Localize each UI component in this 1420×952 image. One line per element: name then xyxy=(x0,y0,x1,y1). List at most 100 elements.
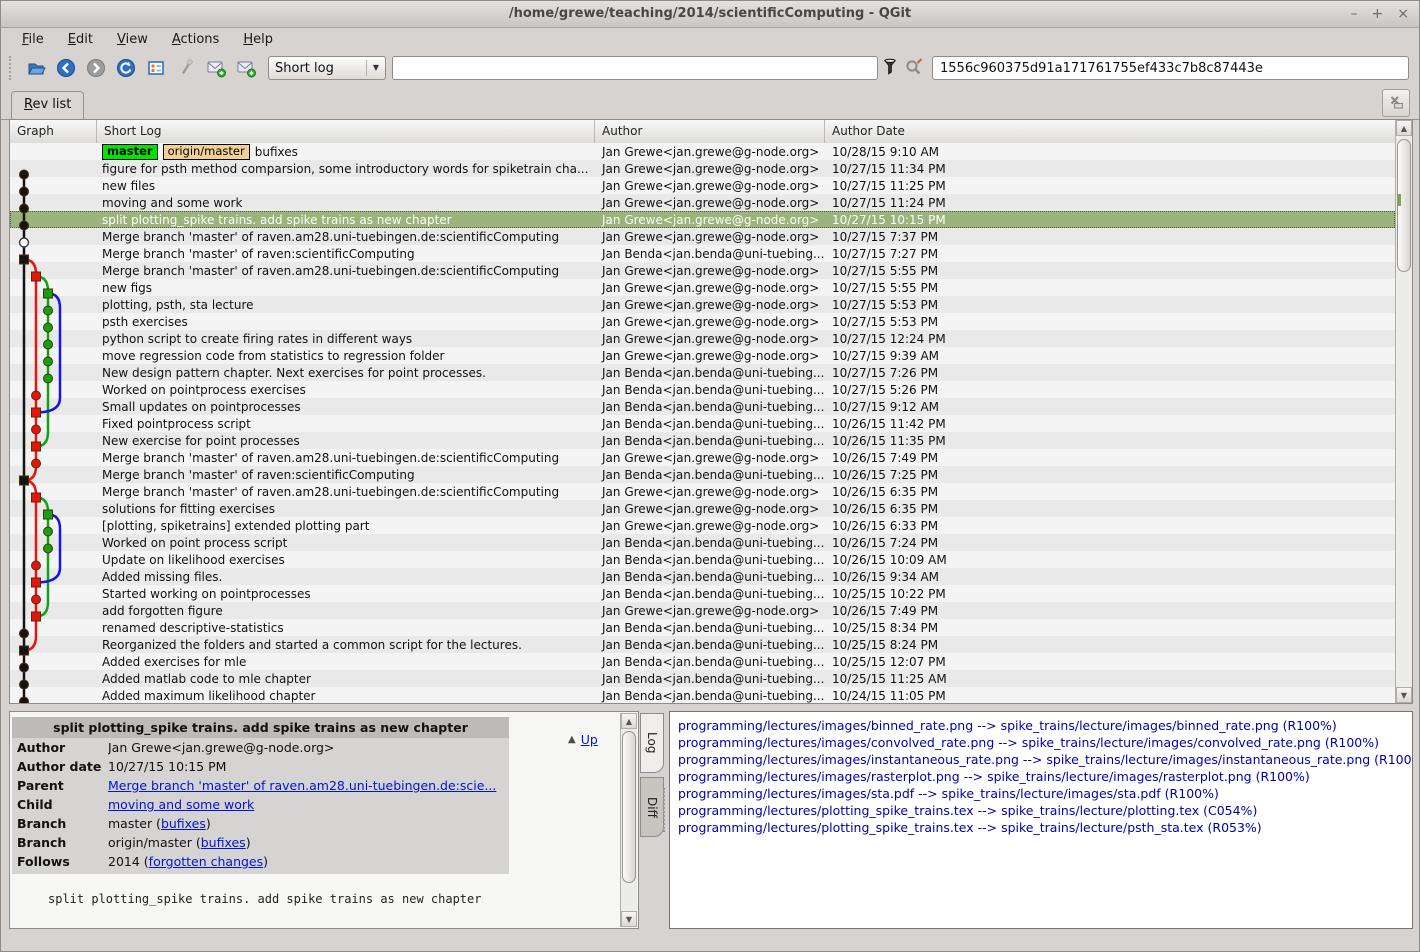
commit-row[interactable]: moving and some workJan Grewe<jan.grewe@… xyxy=(10,194,1395,211)
apply-patch-icon[interactable] xyxy=(232,55,260,81)
column-header-graph[interactable]: Graph xyxy=(10,120,97,143)
commit-row[interactable]: Merge branch 'master' of raven.am28.uni-… xyxy=(10,262,1395,279)
commit-row[interactable]: Update on likelihood exercisesJan Benda<… xyxy=(10,551,1395,568)
detail-label-follows: Follows xyxy=(12,852,108,871)
commit-row[interactable]: New design pattern chapter. Next exercis… xyxy=(10,364,1395,381)
commit-message: add forgotten figure xyxy=(102,604,223,618)
commit-row[interactable]: figure for psth method comparsion, some … xyxy=(10,160,1395,177)
save-patch-icon[interactable] xyxy=(202,55,230,81)
tab-rev-list[interactable]: Rev list xyxy=(11,91,84,120)
column-header-author-date[interactable]: Author Date xyxy=(825,120,1412,143)
commit-row[interactable]: Merge branch 'master' of raven.am28.uni-… xyxy=(10,449,1395,466)
commit-row[interactable]: New exercise for point processesJan Bend… xyxy=(10,432,1395,449)
commit-row[interactable]: plotting, psth, sta lectureJan Grewe<jan… xyxy=(10,296,1395,313)
changed-file-row[interactable]: programming/lectures/plotting_spike_trai… xyxy=(670,802,1412,819)
commit-row[interactable]: renamed descriptive-statisticsJan Benda<… xyxy=(10,619,1395,636)
details-scrollbar[interactable]: ▲ ▼ xyxy=(620,713,637,927)
changed-file-row[interactable]: programming/lectures/images/instantaneou… xyxy=(670,751,1412,768)
commit-author: Jan Grewe<jan.grewe@g-node.org> xyxy=(595,485,825,499)
commit-row[interactable]: Small updates on pointprocessesJan Benda… xyxy=(10,398,1395,415)
forward-icon[interactable] xyxy=(82,55,110,81)
log-type-select[interactable]: Short log ▼ xyxy=(268,56,386,80)
sha-input[interactable] xyxy=(932,56,1409,80)
menu-view[interactable]: View xyxy=(108,30,157,49)
commit-message-cell: Added missing files. xyxy=(97,570,595,584)
side-tab-diff[interactable]: Diff xyxy=(640,777,664,837)
menu-help[interactable]: Help xyxy=(234,30,282,49)
commit-row[interactable]: Worked on pointprocess exercisesJan Bend… xyxy=(10,381,1395,398)
commit-row[interactable]: masterorigin/masterbufixesJan Grewe<jan.… xyxy=(10,143,1395,160)
commit-row[interactable]: new figsJan Grewe<jan.grewe@g-node.org>1… xyxy=(10,279,1395,296)
commit-row[interactable]: Added exercises for mleJan Benda<jan.ben… xyxy=(10,653,1395,670)
commit-row[interactable]: Merge branch 'master' of raven.am28.uni-… xyxy=(10,228,1395,245)
commit-row[interactable]: Started working on pointprocessesJan Ben… xyxy=(10,585,1395,602)
open-repo-icon[interactable] xyxy=(22,55,50,81)
close-tab-button[interactable] xyxy=(1382,89,1410,117)
horizontal-splitter[interactable] xyxy=(1,704,1419,711)
view-mode-icon[interactable] xyxy=(142,55,170,81)
close-button[interactable]: × xyxy=(1397,7,1409,21)
detail-link[interactable]: Merge branch 'master' of raven.am28.uni-… xyxy=(108,778,496,793)
commit-date: 10/27/15 5:53 PM xyxy=(825,298,1395,312)
changed-file-row[interactable]: programming/lectures/images/convolved_ra… xyxy=(670,734,1412,751)
commit-row[interactable]: Merge branch 'master' of raven:scientifi… xyxy=(10,245,1395,262)
commit-row[interactable]: move regression code from statistics to … xyxy=(10,347,1395,364)
side-tab-log[interactable]: Log xyxy=(640,713,664,773)
toolbar-drag-handle[interactable] xyxy=(9,56,16,80)
detail-link[interactable]: moving and some work xyxy=(108,797,254,812)
commit-row[interactable]: Reorganized the folders and started a co… xyxy=(10,636,1395,653)
filter-input[interactable] xyxy=(392,56,878,80)
column-header-short-log[interactable]: Short Log xyxy=(97,120,595,143)
commit-row[interactable]: split plotting_spike trains. add spike t… xyxy=(10,211,1395,228)
changed-file-row[interactable]: programming/lectures/images/binned_rate.… xyxy=(670,717,1412,734)
commit-row[interactable]: solutions for fitting exercisesJan Grewe… xyxy=(10,500,1395,517)
table-scrollbar[interactable]: ▲ ▼ xyxy=(1395,120,1412,703)
commit-date: 10/26/15 7:49 PM xyxy=(825,604,1395,618)
back-icon[interactable] xyxy=(52,55,80,81)
detail-label-parent: Parent xyxy=(12,776,108,795)
menu-edit[interactable]: Edit xyxy=(59,30,102,49)
filter-funnel-button[interactable] xyxy=(878,55,902,81)
commit-row[interactable]: Added maximum likelihood chapterJan Bend… xyxy=(10,687,1395,703)
menu-file[interactable]: File xyxy=(13,30,53,49)
changed-file-row[interactable]: programming/lectures/images/sta.pdf --> … xyxy=(670,785,1412,802)
changed-file-row[interactable]: programming/lectures/images/rasterplot.p… xyxy=(670,768,1412,785)
detail-link[interactable]: bufixes xyxy=(201,835,246,850)
commit-row[interactable]: add forgotten figureJan Grewe<jan.grewe@… xyxy=(10,602,1395,619)
commit-row[interactable]: Fixed pointprocess scriptJan Benda<jan.b… xyxy=(10,415,1395,432)
commit-row[interactable]: Worked on point process scriptJan Benda<… xyxy=(10,534,1395,551)
maximize-button[interactable]: + xyxy=(1372,7,1384,21)
minimize-button[interactable]: – xyxy=(1351,7,1358,21)
commit-row[interactable]: Added missing files.Jan Benda<jan.benda@… xyxy=(10,568,1395,585)
menu-actions[interactable]: Actions xyxy=(163,30,229,49)
up-link[interactable]: ▲ Up xyxy=(568,732,598,747)
scroll-up-icon[interactable]: ▲ xyxy=(621,713,637,729)
detail-value: 10/27/15 10:15 PM xyxy=(108,757,509,776)
detail-link[interactable]: bufixes xyxy=(161,816,206,831)
changed-file-row[interactable]: programming/lectures/plotting_spike_trai… xyxy=(670,819,1412,836)
refresh-icon[interactable] xyxy=(112,55,140,81)
title-bar[interactable]: /home/grewe/teaching/2014/scientificComp… xyxy=(1,1,1419,28)
highlight-search-button[interactable] xyxy=(902,55,926,81)
commit-row[interactable]: Merge branch 'master' of raven:scientifi… xyxy=(10,466,1395,483)
wand-icon[interactable] xyxy=(172,55,200,81)
graph-cell xyxy=(10,568,97,585)
commit-row[interactable]: [plotting, spiketrains] extended plottin… xyxy=(10,517,1395,534)
scroll-down-icon[interactable]: ▼ xyxy=(1396,687,1412,703)
commit-row[interactable]: python script to create firing rates in … xyxy=(10,330,1395,347)
commit-message: New exercise for point processes xyxy=(102,434,300,448)
commit-date: 10/26/15 6:35 PM xyxy=(825,502,1395,516)
search-edit-icon xyxy=(903,57,925,80)
commit-message: moving and some work xyxy=(102,196,242,210)
scroll-up-icon[interactable]: ▲ xyxy=(1396,120,1412,136)
commit-row[interactable]: Added matlab code to mle chapterJan Bend… xyxy=(10,670,1395,687)
commit-row[interactable]: psth exercisesJan Grewe<jan.grewe@g-node… xyxy=(10,313,1395,330)
table-body: masterorigin/masterbufixesJan Grewe<jan.… xyxy=(10,143,1395,703)
commit-date: 10/26/15 11:35 PM xyxy=(825,434,1395,448)
detail-link[interactable]: forgotten changes xyxy=(149,854,263,869)
column-header-author[interactable]: Author xyxy=(595,120,825,143)
scrollbar-thumb[interactable] xyxy=(622,731,636,883)
scroll-down-icon[interactable]: ▼ xyxy=(621,911,637,927)
commit-row[interactable]: new filesJan Grewe<jan.grewe@g-node.org>… xyxy=(10,177,1395,194)
commit-row[interactable]: Merge branch 'master' of raven.am28.uni-… xyxy=(10,483,1395,500)
